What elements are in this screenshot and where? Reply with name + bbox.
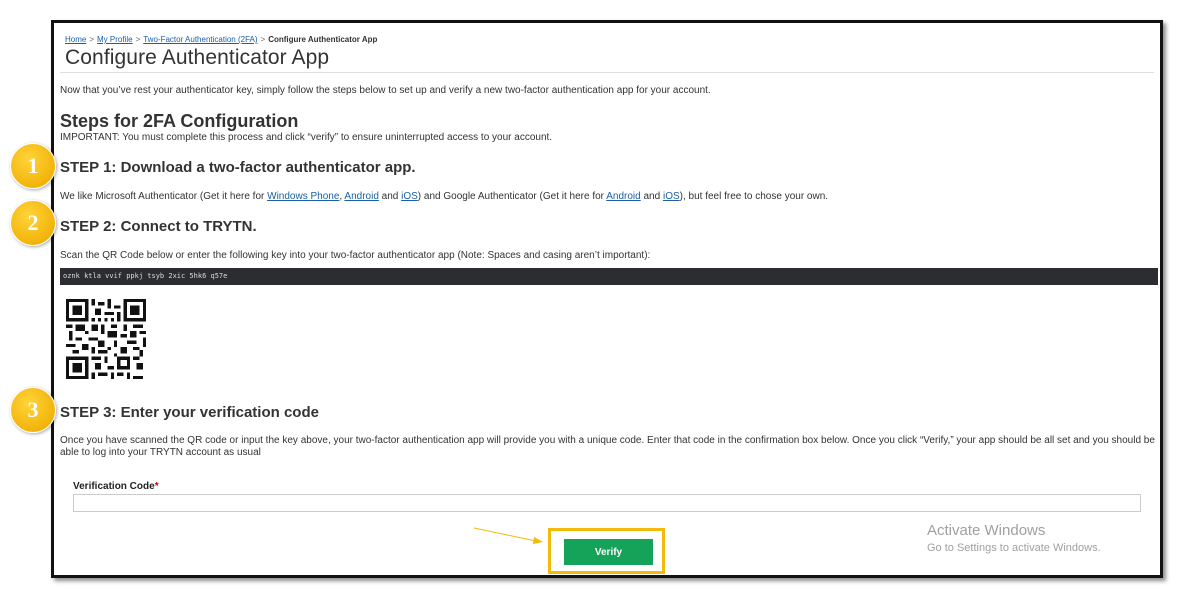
important-note: IMPORTANT: You must complete this proces… (60, 132, 553, 143)
steps-heading: Steps for 2FA Configuration (60, 111, 299, 131)
google-ios-link[interactable]: iOS (663, 191, 680, 202)
step2-badge: 2 (10, 200, 56, 246)
step3-badge: 3 (10, 387, 56, 433)
breadcrumb-current: Configure Authenticator App (268, 35, 378, 44)
breadcrumb-separator: > (135, 35, 141, 44)
auth-key-code: oznk ktla vvif ppkj tsyb 2xic 5hk6 q57e (60, 268, 1158, 285)
breadcrumb-home-link[interactable]: Home (65, 35, 86, 44)
verification-code-input[interactable] (73, 494, 1141, 512)
step3-heading: STEP 3: Enter your verification code (60, 404, 319, 421)
required-asterisk: * (154, 481, 159, 492)
verification-code-label-text: Verification Code (73, 481, 155, 492)
step1-text-a: We like Microsoft Authenticator (Get it … (60, 191, 268, 202)
breadcrumb-profile-link[interactable]: My Profile (97, 35, 133, 44)
verification-code-label: Verification Code* (73, 481, 159, 492)
step1-text: We like Microsoft Authenticator (Get it … (60, 191, 828, 202)
title-divider (60, 72, 1154, 73)
breadcrumb-separator: > (89, 35, 95, 44)
step2-text: Scan the QR Code below or enter the foll… (60, 250, 651, 261)
step1-and1: and (378, 191, 402, 202)
step3-text: Once you have scanned the QR code or inp… (60, 435, 1155, 458)
ms-ios-link[interactable]: iOS (401, 191, 418, 202)
breadcrumb-separator: > (260, 35, 266, 44)
windows-phone-link[interactable]: Windows Phone (267, 191, 339, 202)
verify-button[interactable]: Verify (564, 539, 653, 565)
step1-and2: and (640, 191, 663, 202)
page-title: Configure Authenticator App (65, 46, 330, 69)
google-android-link[interactable]: Android (606, 191, 640, 202)
browser-frame: Home > My Profile > Two-Factor Authenticatio… (51, 20, 1163, 578)
step2-heading: STEP 2: Connect to TRYTN. (60, 218, 257, 235)
activate-windows-subtitle: Go to Settings to activate Windows. (927, 542, 1101, 554)
step1-heading: STEP 1: Download a two-factor authentica… (60, 159, 416, 176)
breadcrumb: Home > My Profile > Two-Factor Authenticatio… (65, 35, 377, 44)
intro-text: Now that you’ve rest your authenticator … (60, 85, 711, 96)
step1-badge: 1 (10, 143, 56, 189)
ms-android-link[interactable]: Android (344, 191, 378, 202)
qr-code-icon (66, 299, 146, 379)
activate-windows-title: Activate Windows (927, 522, 1046, 539)
breadcrumb-2fa-link[interactable]: Two-Factor Authentication (2FA) (143, 35, 257, 44)
step1-text-b: ) and Google Authenticator (Get it here … (417, 191, 607, 202)
step1-text-c: ), but feel free to chose your own. (679, 191, 829, 202)
